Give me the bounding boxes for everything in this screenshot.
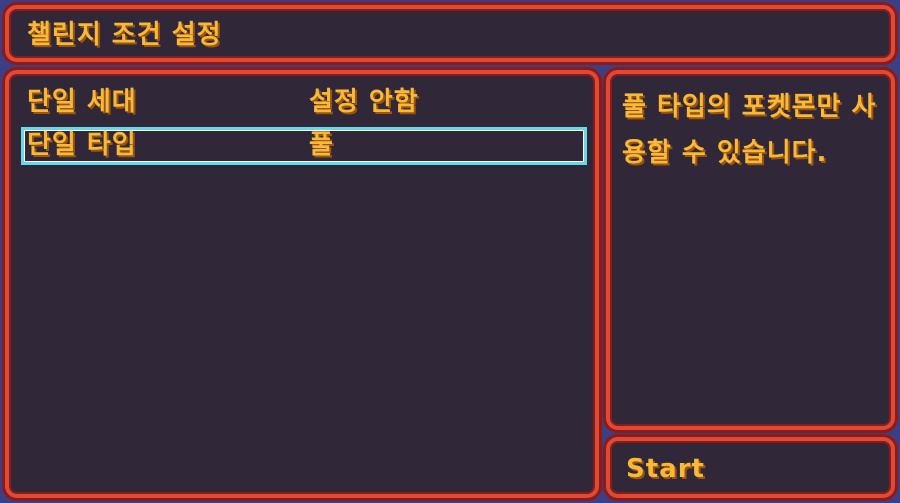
condition-value: 풀 bbox=[309, 130, 334, 160]
start-label: Start bbox=[626, 454, 705, 484]
condition-list: 단일 세대 설정 안함 단일 타입 풀 bbox=[5, 70, 599, 498]
condition-row-single-type[interactable]: 단일 타입 풀 bbox=[21, 127, 587, 165]
title-panel: 챌린지 조건 설정 bbox=[5, 5, 895, 62]
condition-label: 단일 타입 bbox=[27, 130, 137, 160]
condition-value: 설정 안함 bbox=[309, 87, 419, 117]
condition-row-single-generation[interactable]: 단일 세대 설정 안함 bbox=[21, 84, 587, 122]
description-panel: 풀 타입의 포켓몬만 사용할 수 있습니다. bbox=[606, 70, 895, 430]
screen-title: 챌린지 조건 설정 bbox=[27, 20, 222, 50]
condition-label: 단일 세대 bbox=[27, 87, 137, 117]
description-text: 풀 타입의 포켓몬만 사용할 수 있습니다. bbox=[622, 92, 877, 168]
start-button[interactable]: Start bbox=[606, 437, 895, 498]
